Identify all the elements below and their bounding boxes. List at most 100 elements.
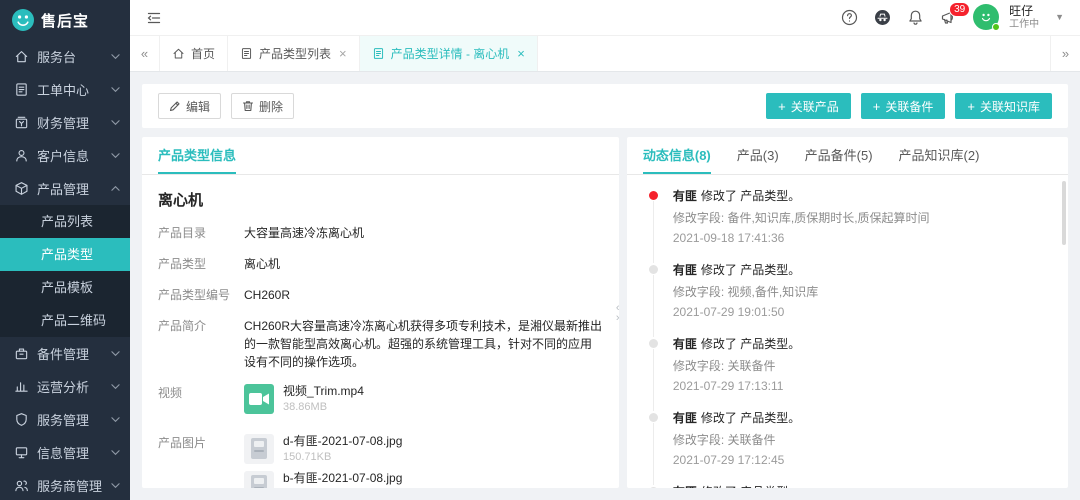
sidebar-item-spare-parts[interactable]: 备件管理 [0,337,130,370]
field-label: 产品类型 [158,255,244,273]
field-row: 产品目录大容量高速冷冻离心机 [158,224,603,242]
link-action-button-2[interactable]: +关联知识库 [955,93,1052,119]
content-area: 编辑 删除 +关联产品+关联备件+关联知识库 产品类型信息 离心机 [130,72,1080,500]
notification-badge: 39 [949,2,970,17]
edit-icon [169,100,181,112]
activity-time: 2021-07-29 19:01:50 [673,305,1052,319]
plus-icon: + [778,99,786,114]
edit-button[interactable]: 编辑 [158,93,221,119]
user-menu[interactable]: 旺仔 工作中 [1009,4,1039,30]
page-tab[interactable]: 产品类型列表× [228,36,360,71]
panel-split-handle[interactable]: ‹› [616,303,620,323]
chevron-down-icon [111,118,120,127]
activity-timeline: 有匪修改了 产品类型。修改字段: 备件,知识库,质保期时长,质保起算时间2021… [627,175,1068,488]
timeline-dot [649,339,658,348]
announcement-icon[interactable]: 39 [940,9,957,26]
activity-detail: 修改字段: 关联备件 [673,357,1052,374]
field-value: CH260R大容量高速冷冻离心机获得多项专利技术，是湘仪最新推出的一款智能型高效… [244,317,603,371]
close-icon[interactable]: × [517,46,525,61]
sidebar-item-operation-analysis[interactable]: 运营分析 [0,370,130,403]
delete-button-label: 删除 [259,98,283,115]
sidebar-subitem-label: 产品列表 [41,214,93,229]
timeline-dot [649,191,658,200]
sidebar-item-service-desk[interactable]: 服务台 [0,40,130,73]
scrollbar[interactable] [1062,181,1066,245]
tabs-scroll-left-icon[interactable]: « [130,36,160,71]
sidebar-item-customer-info[interactable]: 客户信息 [0,139,130,172]
activity-tab-3[interactable]: 产品知识库(2) [899,137,980,174]
timeline-dot [649,413,658,422]
activity-panel: 动态信息(8)产品(3)产品备件(5)产品知识库(2) 有匪修改了 产品类型。修… [627,137,1068,488]
activity-action: 修改了 产品类型。 [701,263,800,277]
page-tab[interactable]: 产品类型详情 - 离心机× [360,36,538,71]
sidebar: 售后宝 服务台工单中心财务管理客户信息产品管理产品列表产品类型产品模板产品二维码… [0,0,130,500]
bell-icon[interactable] [907,9,924,26]
page-tab[interactable]: 首页 [160,36,228,71]
help-icon[interactable] [841,9,858,26]
doc-icon [240,47,253,60]
brand-logo-icon [12,9,34,31]
action-button-label: 关联备件 [885,98,933,115]
toolbar-actions: +关联产品+关联备件+关联知识库 [756,93,1052,119]
sidebar-subitem[interactable]: 产品二维码 [0,304,130,337]
delete-button[interactable]: 删除 [231,93,294,119]
activity-tab-0[interactable]: 动态信息(8) [643,137,711,174]
activity-item: 有匪修改了 产品类型。修改字段: 关联备件2021-07-29 17:12:45 [627,409,1068,483]
activity-item: 有匪修改了 产品类型。修改字段: 视频,备件,知识库2021-07-29 19:… [627,261,1068,335]
activity-item: 有匪修改了 产品类型。修改字段: 备件,知识库,质保期时长,质保起算时间2021… [627,187,1068,261]
chevron-right-icon: › [616,313,620,323]
sidebar-subitem[interactable]: 产品模板 [0,271,130,304]
tabs-scroll-right-icon[interactable]: » [1050,36,1080,71]
product-type-info-header: 产品类型信息 [142,137,619,175]
chevron-down-icon [111,151,120,160]
sidebar-item-label: 信息管理 [37,443,111,462]
field-value: 离心机 [244,255,603,273]
product-type-title: 离心机 [158,189,603,210]
chevron-down-icon [111,85,120,94]
sidebar-item-service-mgmt[interactable]: 服务管理 [0,403,130,436]
field-row: 视频视频_Trim.mp438.86MB [158,384,603,421]
avatar[interactable] [973,4,999,30]
file-item[interactable]: d-有匪-2021-07-08.jpg150.71KB [244,434,603,464]
monitor-icon [14,445,29,460]
page-tabs: 首页产品类型列表×产品类型详情 - 离心机× [160,36,538,71]
sidebar-item-provider-mgmt[interactable]: 服务商管理 [0,469,130,500]
activity-summary: 有匪修改了 产品类型。 [673,409,1052,426]
activity-time: 2021-07-29 17:12:45 [673,453,1052,467]
field-value: 大容量高速冷冻离心机 [244,224,603,242]
field-row: 产品图片d-有匪-2021-07-08.jpg150.71KBb-有匪-2021… [158,434,603,488]
link-action-button-0[interactable]: +关联产品 [766,93,851,119]
sidebar-item-finance[interactable]: 财务管理 [0,106,130,139]
sidebar-subitem-label: 产品二维码 [41,313,106,328]
sidebar-item-product-mgmt[interactable]: 产品管理 [0,172,130,205]
sidebar-item-label: 运营分析 [37,377,111,396]
toolbar: 编辑 删除 +关联产品+关联备件+关联知识库 [142,84,1068,128]
tab-label: 首页 [191,45,215,62]
video-thumbnail [244,384,274,414]
sidebar-subitem[interactable]: 产品类型 [0,238,130,271]
sidebar-item-label: 服务商管理 [37,476,111,495]
activity-user: 有匪 [673,337,697,351]
link-action-button-1[interactable]: +关联备件 [861,93,946,119]
activity-user: 有匪 [673,485,697,488]
chevron-down-icon[interactable]: ▼ [1055,12,1064,22]
close-icon[interactable]: × [339,46,347,61]
activity-user: 有匪 [673,263,697,277]
sidebar-item-work-order-center[interactable]: 工单中心 [0,73,130,106]
field-row: 产品简介CH260R大容量高速冷冻离心机获得多项专利技术，是湘仪最新推出的一款智… [158,317,603,371]
incognito-icon[interactable] [874,9,891,26]
activity-tab-1[interactable]: 产品(3) [737,137,779,174]
activity-user: 有匪 [673,411,697,425]
sidebar-item-label: 服务台 [37,47,111,66]
image-thumbnail [244,434,274,464]
sidebar-item-info-mgmt[interactable]: 信息管理 [0,436,130,469]
activity-detail: 修改字段: 备件,知识库,质保期时长,质保起算时间 [673,209,1052,226]
topbar-actions: 39 旺仔 工作中 ▼ [841,4,1064,30]
activity-tab-2[interactable]: 产品备件(5) [805,137,873,174]
file-item[interactable]: 视频_Trim.mp438.86MB [244,384,603,414]
collapse-sidebar-icon[interactable] [146,10,162,26]
tab-product-type-info[interactable]: 产品类型信息 [158,137,236,174]
file-item[interactable]: b-有匪-2021-07-08.jpg199.87KB [244,471,603,488]
user-name: 旺仔 [1009,4,1039,18]
sidebar-subitem[interactable]: 产品列表 [0,205,130,238]
